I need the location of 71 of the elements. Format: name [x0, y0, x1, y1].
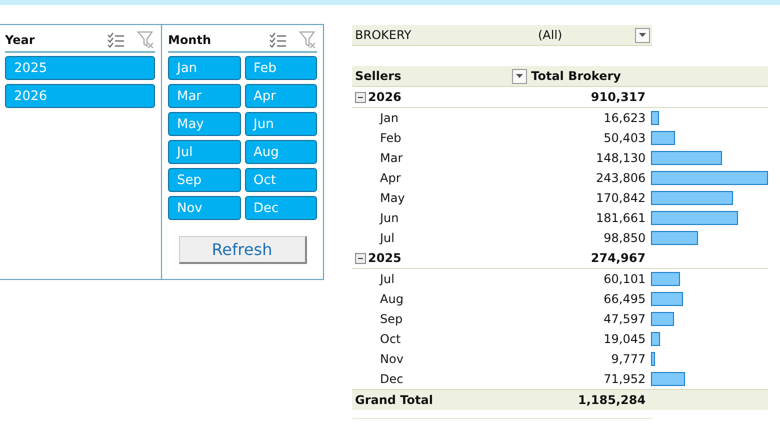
row-label: 2026	[368, 90, 402, 104]
row-label: 2025	[368, 251, 402, 265]
slicer-item[interactable]: Oct	[244, 168, 317, 192]
column-header: Total Brokery	[531, 69, 622, 83]
row-label: Feb	[380, 131, 402, 145]
table-cell-text: 50,403	[602, 131, 646, 145]
table-cell-text: 47,597	[602, 312, 646, 326]
multi-select-icon[interactable]	[107, 32, 125, 48]
slicer-item[interactable]: May	[168, 112, 240, 136]
row-label: Jul	[380, 231, 394, 245]
data-bar	[650, 272, 680, 286]
table-cell-text: 98,850	[602, 231, 646, 245]
table-cell-text: 170,842	[594, 191, 646, 205]
row-label: Jul	[380, 272, 394, 286]
row-label: Grand Total	[355, 393, 433, 407]
refresh-button[interactable]: Refresh	[178, 236, 306, 264]
data-bar	[650, 151, 722, 165]
table-cell-text: 148,130	[594, 151, 646, 165]
slicer-item[interactable]: Dec	[244, 196, 317, 220]
data-bar	[650, 372, 686, 386]
collapse-toggle-icon[interactable]	[355, 252, 366, 264]
slicer-item[interactable]: Apr	[244, 84, 317, 108]
table-cell-text: 60,101	[602, 272, 646, 286]
table-cell-text: 16,623	[602, 111, 646, 125]
row-label: Jun	[380, 211, 399, 225]
data-bar	[650, 312, 674, 326]
table-cell-text: 181,661	[594, 211, 646, 225]
column-header: Sellers	[355, 69, 402, 83]
filter-field-label: BROKERY	[354, 28, 412, 42]
data-bar	[650, 131, 675, 145]
slicer-item[interactable]: 2026	[5, 84, 155, 108]
row-label: Oct	[380, 332, 401, 346]
slicer-item[interactable]: 2025	[5, 56, 155, 80]
data-bar	[650, 292, 683, 306]
slicer-item[interactable]: Jul	[168, 140, 240, 164]
row-label: Mar	[380, 151, 403, 165]
multi-select-icon[interactable]	[269, 32, 287, 48]
slicer-item[interactable]: Sep	[168, 168, 240, 192]
caret-icon	[639, 33, 646, 37]
table-cell-text: 66,495	[602, 292, 646, 306]
row-total: 910,317	[590, 90, 646, 104]
row-total: 274,967	[590, 251, 646, 265]
slicer-item[interactable]: Feb	[244, 56, 317, 80]
data-bar	[650, 332, 660, 346]
table-cell-text: 243,806	[594, 171, 646, 185]
slicer-item[interactable]: Mar	[168, 84, 240, 108]
row-label: Dec	[380, 372, 404, 386]
data-bar	[650, 111, 659, 125]
row-label: May	[380, 191, 405, 205]
row-label: Sep	[380, 312, 403, 326]
table-cell-text: 9,777	[610, 352, 646, 366]
dropdown-button[interactable]	[635, 28, 650, 42]
slicer-title: Month	[168, 33, 212, 47]
row-label: Jan	[380, 111, 398, 125]
dropdown-button[interactable]	[512, 68, 528, 84]
row-label: Apr	[380, 171, 401, 185]
row-label: Nov	[380, 352, 404, 366]
row-label: Aug	[380, 292, 404, 306]
data-bar	[650, 231, 698, 245]
grand-total-value: 1,185,284	[577, 393, 646, 407]
slicer-item[interactable]: Nov	[168, 196, 240, 220]
collapse-toggle-icon[interactable]	[355, 92, 366, 102]
slicer-title: Year	[5, 33, 36, 47]
slicer-item[interactable]: Jun	[244, 112, 317, 136]
data-bar	[650, 352, 656, 366]
slicer-item[interactable]: Aug	[244, 140, 317, 164]
caret-icon	[516, 74, 524, 78]
table-cell-text: 19,045	[602, 332, 646, 346]
slicer-item[interactable]: Jan	[168, 56, 240, 80]
table-cell-text: 71,952	[602, 372, 646, 386]
filter-value: (All)	[538, 28, 564, 42]
